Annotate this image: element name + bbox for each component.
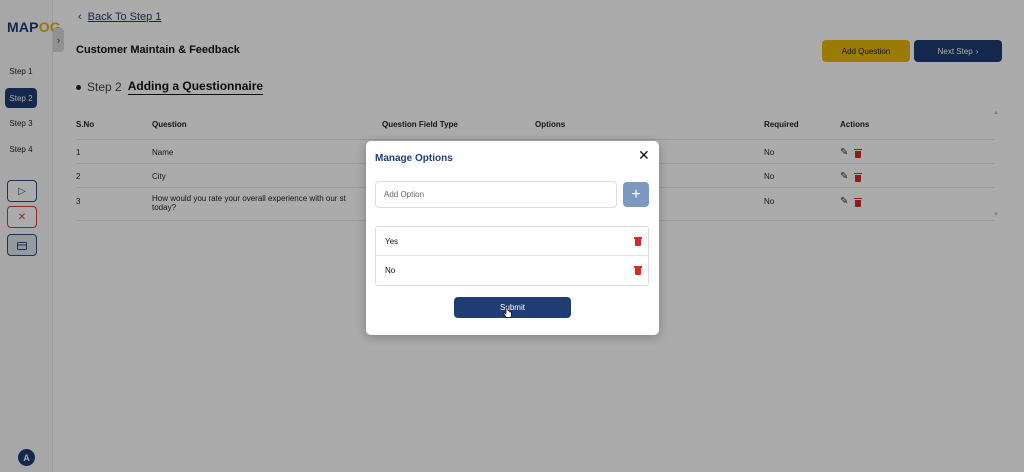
list-item: Yes: [376, 227, 648, 256]
pointer-cursor-icon: [503, 307, 512, 318]
plus-icon: +: [631, 185, 641, 203]
add-option-input[interactable]: [375, 181, 617, 208]
option-label: No: [385, 266, 396, 275]
option-label: Yes: [385, 237, 399, 246]
delete-icon[interactable]: [634, 237, 642, 246]
delete-icon[interactable]: [634, 266, 642, 275]
list-item: No: [376, 256, 648, 285]
option-list: Yes No: [375, 226, 649, 286]
modal-title: Manage Options: [375, 153, 453, 164]
manage-options-modal: Manage Options ✕ + Yes No Submit: [366, 141, 659, 335]
close-icon[interactable]: ✕: [638, 148, 650, 162]
add-option-button[interactable]: +: [623, 182, 649, 207]
